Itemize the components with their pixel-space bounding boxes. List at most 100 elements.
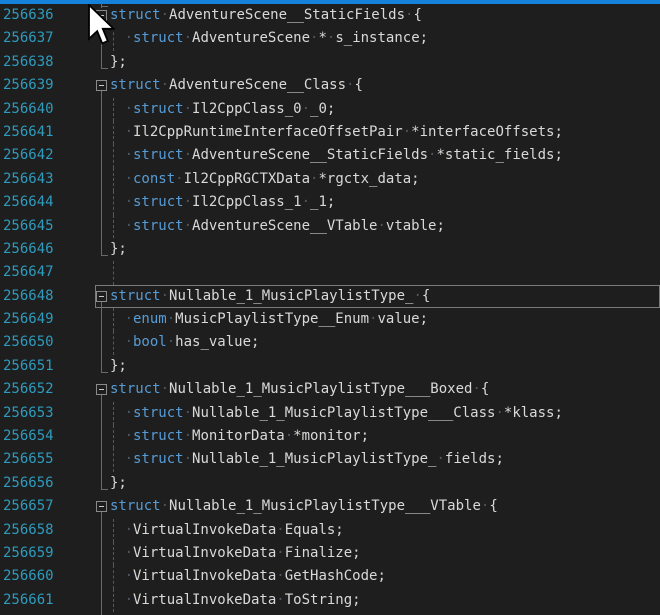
code-line[interactable]: 256638}; [0,51,660,74]
fold-scope-line [101,121,102,144]
line-number[interactable]: 256654 [3,425,54,448]
code-line[interactable]: 256639 struct·AdventureScene__Class·{ [0,74,660,97]
code-line[interactable]: 256659 ·VirtualInvokeData·Finalize; [0,542,660,565]
code-text[interactable]: struct·AdventureScene__StaticFields·{ [110,4,422,27]
line-number[interactable]: 256660 [3,565,54,588]
fold-scope-line [101,472,102,490]
code-line[interactable]: 256644 ·struct·Il2CppClass_1·_1; [0,191,660,214]
code-text[interactable]: }; [110,355,127,378]
code-line[interactable]: 256652 struct·Nullable_1_MusicPlaylistTyp… [0,378,660,401]
fold-collapse-toggle[interactable] [96,501,107,512]
fold-scope-line [101,144,102,167]
line-number[interactable]: 256650 [3,331,54,354]
fold-scope-line [101,565,102,588]
code-text[interactable]: ·VirtualInvokeData·Equals; [110,519,344,542]
code-text[interactable]: struct·Nullable_1_MusicPlaylistType___VT… [110,495,498,518]
code-text[interactable]: }; [110,472,127,495]
fold-collapse-toggle[interactable] [96,291,107,302]
code-line[interactable]: 256643 ·const·Il2CppRGCTXData·*rgctx_data… [0,168,660,191]
line-number[interactable]: 256644 [3,191,54,214]
code-text[interactable]: ·struct·Nullable_1_MusicPlaylistType___C… [110,402,563,425]
code-text[interactable]: }; [110,238,127,261]
fold-scope-line [101,448,102,471]
line-number[interactable]: 256655 [3,448,54,471]
code-text[interactable]: struct·AdventureScene__Class·{ [110,74,363,97]
code-text[interactable]: ·VirtualInvokeData·GetHashCode; [110,565,386,588]
code-line[interactable]: 256661 ·VirtualInvokeData·ToString; [0,589,660,612]
fold-scope-line [101,355,102,373]
line-number[interactable]: 256651 [3,355,54,378]
line-number[interactable]: 256661 [3,589,54,612]
line-number[interactable]: 256636 [3,4,54,27]
line-number[interactable]: 256643 [3,168,54,191]
fold-scope-line [101,519,102,542]
code-text[interactable]: ·struct·AdventureScene__StaticFields·*st… [110,144,563,167]
code-line[interactable]: 256642 ·struct·AdventureScene__StaticFiel… [0,144,660,167]
code-editor[interactable]: 256636 struct·AdventureScene__StaticField… [0,0,660,615]
fold-scope-line [101,542,102,565]
line-number[interactable]: 256641 [3,121,54,144]
code-line[interactable]: 256648 struct·Nullable_1_MusicPlaylistTyp… [0,285,660,308]
code-text[interactable]: ·struct·Nullable_1_MusicPlaylistType_·fi… [110,448,504,471]
code-line[interactable]: 256651}; [0,355,660,378]
line-number[interactable]: 256647 [3,261,54,284]
line-number[interactable]: 256648 [3,285,54,308]
line-number[interactable]: 256652 [3,378,54,401]
code-line[interactable]: 256640 ·struct·Il2CppClass_0·_0; [0,98,660,121]
code-text[interactable]: ·enum·MusicPlaylistType__Enum·value; [110,308,428,331]
mouse-cursor-icon [87,4,115,46]
fold-scope-line [101,215,102,238]
code-text[interactable]: ·VirtualInvokeData·ToString; [110,589,361,612]
code-text[interactable]: ·struct·Il2CppClass_0·_0; [110,98,335,121]
line-number[interactable]: 256659 [3,542,54,565]
fold-scope-line-end [101,372,108,373]
line-number[interactable]: 256642 [3,144,54,167]
fold-collapse-toggle[interactable] [96,80,107,91]
code-text[interactable]: ·Il2CppRuntimeInterfaceOffsetPair·*inter… [110,121,563,144]
code-text[interactable]: ·struct·AdventureScene·*·s_instance; [110,27,428,50]
fold-scope-line [101,191,102,214]
fold-scope-line [101,425,102,448]
fold-scope-line [101,402,102,425]
code-text[interactable]: ·struct·MonitorData·*monitor; [110,425,369,448]
code-line[interactable]: 256658 ·VirtualInvokeData·Equals; [0,519,660,542]
code-line[interactable]: 256655 ·struct·Nullable_1_MusicPlaylistTy… [0,448,660,471]
code-lines-container[interactable]: 256636 struct·AdventureScene__StaticField… [0,4,660,615]
line-number[interactable]: 256646 [3,238,54,261]
line-number[interactable]: 256649 [3,308,54,331]
line-number[interactable]: 256637 [3,27,54,50]
code-line[interactable]: 256657 struct·Nullable_1_MusicPlaylistTyp… [0,495,660,518]
line-number[interactable]: 256656 [3,472,54,495]
code-line[interactable]: 256653 ·struct·Nullable_1_MusicPlaylistTy… [0,402,660,425]
code-text[interactable]: struct·Nullable_1_MusicPlaylistType___Bo… [110,378,489,401]
fold-scope-line [101,238,102,256]
line-number[interactable]: 256639 [3,74,54,97]
code-line[interactable]: 256647 [0,261,660,284]
indent-guide [113,261,114,284]
code-line[interactable]: 256660 ·VirtualInvokeData·GetHashCode; [0,565,660,588]
line-number[interactable]: 256658 [3,519,54,542]
code-line[interactable]: 256641 ·Il2CppRuntimeInterfaceOffsetPair·… [0,121,660,144]
fold-scope-line-end [101,68,108,69]
code-line[interactable]: 256649 ·enum·MusicPlaylistType__Enum·valu… [0,308,660,331]
code-text[interactable]: ·struct·AdventureScene__VTable·vtable; [110,215,445,238]
fold-collapse-toggle[interactable] [96,384,107,395]
code-text[interactable]: ·VirtualInvokeData·Finalize; [110,542,361,565]
code-text[interactable]: ·struct·Il2CppClass_1·_1; [110,191,335,214]
line-number[interactable]: 256640 [3,98,54,121]
code-line[interactable]: 256654 ·struct·MonitorData·*monitor; [0,425,660,448]
code-text[interactable]: ·const·Il2CppRGCTXData·*rgctx_data; [110,168,420,191]
code-line[interactable]: 256650 ·bool·has_value; [0,331,660,354]
code-line[interactable]: 256656}; [0,472,660,495]
code-text[interactable]: ·bool·has_value; [110,331,259,354]
fold-scope-line-end [101,489,108,490]
line-number[interactable]: 256645 [3,215,54,238]
line-number[interactable]: 256657 [3,495,54,518]
line-number[interactable]: 256653 [3,402,54,425]
code-text[interactable]: }; [110,51,127,74]
fold-scope-line [101,308,102,331]
code-line[interactable]: 256645 ·struct·AdventureScene__VTable·vta… [0,215,660,238]
code-line[interactable]: 256646}; [0,238,660,261]
line-number[interactable]: 256638 [3,51,54,74]
code-text[interactable]: struct·Nullable_1_MusicPlaylistType_·{ [110,285,430,308]
